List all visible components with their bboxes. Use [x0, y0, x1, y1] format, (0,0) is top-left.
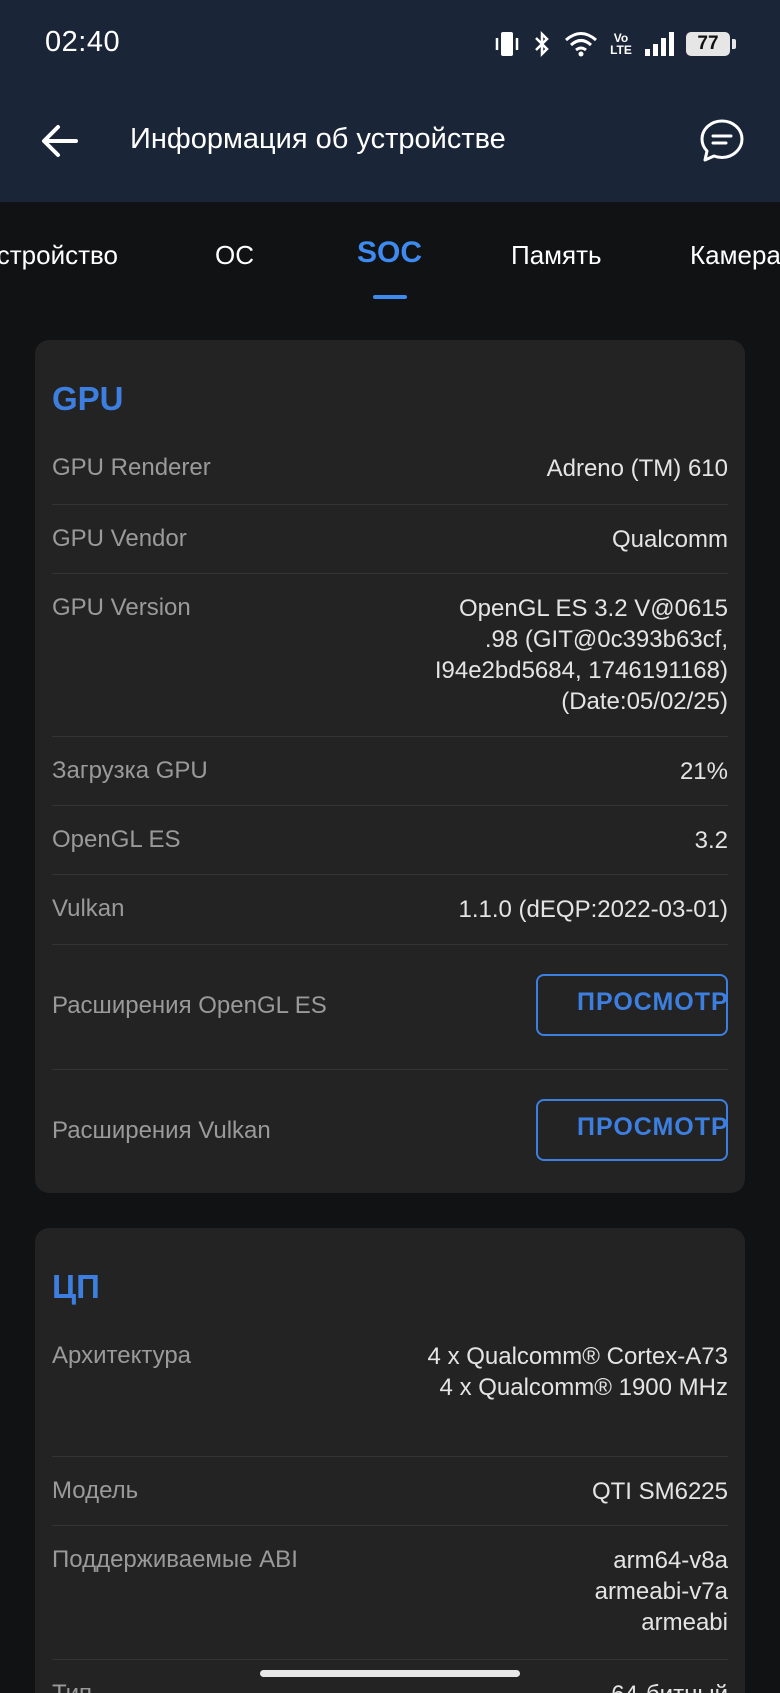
row-value: 4 x Qualcomm® Cortex-A73 4 x Qualcomm® 1…: [427, 1343, 728, 1401]
row-value: 1.1.0 (dEQP:2022-03-01): [458, 896, 729, 923]
chat-icon: [700, 119, 744, 162]
row-value: 3.2: [694, 827, 728, 854]
gpu-vendor-row: GPU Vendor Qualcomm: [52, 504, 728, 574]
device-info-screen: 02:40 Vo LTE 77 Информация об устройстве…: [0, 0, 780, 1693]
row-value: OpenGL ES 3.2 V@0615 .98 (GIT@0c393b63cf…: [434, 595, 728, 715]
status-time: 02:40: [45, 26, 121, 58]
row-value: 64-битный: [611, 1679, 728, 1693]
row-value: arm64-v8a armeabi-v7a armeabi: [594, 1547, 728, 1636]
wifi-icon: [565, 32, 597, 57]
row-value: 21%: [679, 758, 728, 785]
back-arrow-icon: [42, 125, 78, 157]
bluetooth-icon: [535, 30, 549, 58]
view-button-label: ПРОСМОТР: [577, 988, 728, 1016]
volte-icon: Vo LTE: [610, 32, 632, 56]
volte-label: Vo LTE: [610, 31, 632, 57]
row-label: OpenGL ES: [52, 826, 181, 853]
row-value: Adreno (TM) 610: [546, 455, 728, 482]
page-title: Информация об устройстве: [130, 123, 506, 155]
gpu-card: GPU GPU Renderer Adreno (TM) 610 GPU Ven…: [35, 340, 745, 1193]
row-value: QTI SM6225: [591, 1478, 728, 1505]
row-label: GPU Renderer: [52, 454, 211, 481]
back-button[interactable]: [32, 113, 88, 169]
feedback-button[interactable]: [692, 111, 752, 171]
gpu-title: GPU: [52, 380, 124, 417]
cpu-card: ЦП Архитектура 4 x Qualcomm® Cortex-A73 …: [35, 1228, 745, 1693]
row-label: Расширения Vulkan: [52, 1117, 271, 1144]
cpu-title: ЦП: [52, 1268, 100, 1305]
tab-soc[interactable]: SOC: [357, 236, 422, 270]
opengl-extensions-row: Расширения OpenGL ES ПРОСМОТР: [52, 944, 728, 1070]
row-label: Vulkan: [52, 895, 125, 922]
vulkan-extensions-row: Расширения Vulkan ПРОСМОТР: [52, 1069, 728, 1193]
tab-indicator: [373, 295, 407, 299]
signal-icon: [645, 32, 674, 56]
row-label: Загрузка GPU: [52, 757, 208, 784]
status-icons: Vo LTE 77: [494, 26, 736, 62]
status-bar: 02:40 Vo LTE 77: [0, 0, 780, 90]
row-label: GPU Vendor: [52, 525, 187, 552]
model-row: Модель QTI SM6225: [52, 1456, 728, 1526]
gpu-load-row: Загрузка GPU 21%: [52, 736, 728, 806]
tab-camera[interactable]: Камера: [690, 240, 780, 271]
row-label: Модель: [52, 1477, 139, 1504]
view-vulkan-extensions-button[interactable]: ПРОСМОТР: [536, 1099, 728, 1161]
tab-bar: Устройство ОС SOC Память Камера: [0, 202, 780, 302]
tab-device[interactable]: Устройство: [0, 240, 118, 271]
tab-memory[interactable]: Память: [511, 240, 602, 271]
vulkan-row: Vulkan 1.1.0 (dEQP:2022-03-01): [52, 874, 728, 945]
battery-icon: 77: [686, 32, 736, 56]
view-opengl-extensions-button[interactable]: ПРОСМОТР: [536, 974, 728, 1036]
architecture-row: Архитектура 4 x Qualcomm® Cortex-A73 4 x…: [52, 1321, 728, 1457]
tab-os[interactable]: ОС: [215, 240, 254, 271]
row-value: Qualcomm: [611, 526, 728, 553]
supported-abi-row: Поддерживаемые ABI arm64-v8a armeabi-v7a…: [52, 1525, 728, 1660]
row-label: Тип: [52, 1679, 92, 1693]
header: 02:40 Vo LTE 77 Информация об устройстве: [0, 0, 780, 202]
opengl-es-row: OpenGL ES 3.2: [52, 805, 728, 875]
row-label: GPU Version: [52, 594, 191, 621]
vibrate-icon: [495, 32, 519, 56]
gpu-renderer-row: GPU Renderer Adreno (TM) 610: [52, 433, 728, 505]
view-button-label: ПРОСМОТР: [577, 1113, 728, 1141]
row-label: Архитектура: [52, 1342, 192, 1369]
battery-level: 77: [697, 33, 719, 54]
row-label: Поддерживаемые ABI: [52, 1546, 298, 1573]
row-label: Расширения OpenGL ES: [52, 992, 327, 1019]
app-bar: Информация об устройстве: [0, 95, 780, 190]
home-indicator[interactable]: [260, 1670, 520, 1677]
gpu-version-row: GPU Version OpenGL ES 3.2 V@0615 .98 (GI…: [52, 573, 728, 737]
